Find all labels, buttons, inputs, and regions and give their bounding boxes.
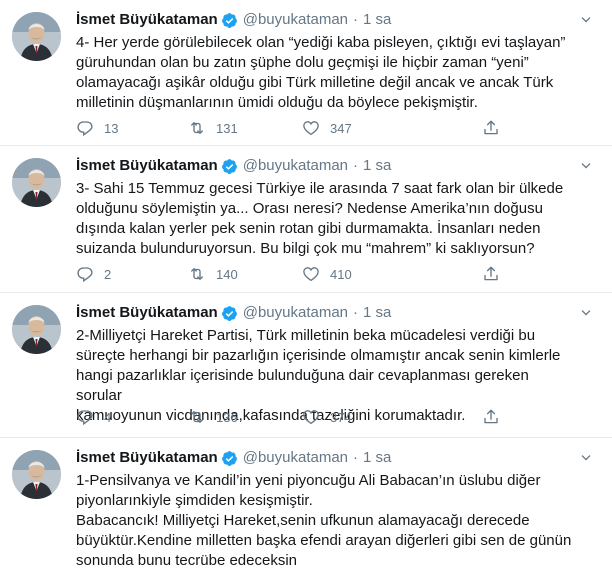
author-name[interactable]: İsmet Büyükataman xyxy=(76,10,218,30)
like-count: 410 xyxy=(330,266,352,282)
tweet[interactable]: İsmet Büyükataman @buyukataman · 1 sa 3-… xyxy=(0,146,612,293)
verified-badge-icon xyxy=(221,158,238,175)
like-icon xyxy=(303,121,319,136)
reply-button[interactable]: 2 xyxy=(76,265,111,283)
retweet-count: 131 xyxy=(216,120,238,136)
tweet-feed: İsmet Büyükataman @buyukataman · 1 sa 4-… xyxy=(0,0,612,577)
avatar[interactable] xyxy=(12,158,61,207)
like-icon xyxy=(303,267,319,282)
caret-down-icon[interactable] xyxy=(578,450,594,466)
retweet-icon xyxy=(191,122,203,134)
tweet-header: İsmet Büyükataman @buyukataman · 1 sa xyxy=(76,303,598,323)
retweet-button[interactable]: 140 xyxy=(188,265,238,283)
reply-button[interactable]: 13 xyxy=(76,119,118,137)
share-button[interactable] xyxy=(482,119,500,137)
verified-badge-icon xyxy=(221,305,238,322)
author-handle[interactable]: @buyukataman xyxy=(243,303,348,323)
tweet-actions: 13 131 347 xyxy=(76,118,598,138)
retweet-icon xyxy=(191,268,203,280)
share-button[interactable] xyxy=(482,408,500,426)
verified-badge-icon xyxy=(221,12,238,29)
caret-down-icon[interactable] xyxy=(578,158,594,174)
tweet-actions: 4 136 374 xyxy=(76,407,598,427)
separator-dot: · xyxy=(353,11,359,28)
share-icon xyxy=(484,409,498,424)
timestamp[interactable]: 1 sa xyxy=(363,10,391,30)
caret-down-icon[interactable] xyxy=(578,305,594,321)
share-button[interactable] xyxy=(482,265,500,283)
reply-count: 4 xyxy=(104,409,112,425)
retweet-count: 136 xyxy=(216,409,238,425)
caret-down-icon[interactable] xyxy=(578,12,594,28)
reply-icon xyxy=(77,267,93,283)
retweet-button[interactable]: 136 xyxy=(188,408,238,426)
retweet-icon xyxy=(191,411,203,423)
like-button[interactable]: 410 xyxy=(302,265,352,283)
reply-icon xyxy=(77,410,93,426)
reply-icon xyxy=(77,121,93,137)
author-name[interactable]: İsmet Büyükataman xyxy=(76,448,218,468)
reply-count: 2 xyxy=(104,266,112,282)
like-count: 374 xyxy=(330,409,352,425)
author-name[interactable]: İsmet Büyükataman xyxy=(76,156,218,176)
tweet-text: 4- Her yerde görülebilecek olan “yediği … xyxy=(76,34,566,111)
retweet-button[interactable]: 131 xyxy=(188,119,238,137)
avatar[interactable] xyxy=(12,450,61,499)
tweet[interactable]: İsmet Büyükataman @buyukataman · 1 sa 1-… xyxy=(0,438,612,577)
tweet-header: İsmet Büyükataman @buyukataman · 1 sa xyxy=(76,10,598,30)
timestamp[interactable]: 1 sa xyxy=(363,303,391,323)
reply-count: 13 xyxy=(104,120,119,136)
tweet-header: İsmet Büyükataman @buyukataman · 1 sa xyxy=(76,448,598,468)
reply-button[interactable]: 4 xyxy=(76,408,111,426)
avatar[interactable] xyxy=(12,305,61,354)
verified-badge-icon xyxy=(221,450,238,467)
separator-dot: · xyxy=(353,449,359,466)
author-handle[interactable]: @buyukataman xyxy=(243,448,348,468)
like-icon xyxy=(303,410,319,425)
timestamp[interactable]: 1 sa xyxy=(363,156,391,176)
author-handle[interactable]: @buyukataman xyxy=(243,10,348,30)
tweet-text: 3- Sahi 15 Temmuz gecesi Türkiye ile ara… xyxy=(76,180,564,257)
like-button[interactable]: 347 xyxy=(302,119,352,137)
share-icon xyxy=(484,120,498,135)
author-handle[interactable]: @buyukataman xyxy=(243,156,348,176)
tweet[interactable]: İsmet Büyükataman @buyukataman · 1 sa 2-… xyxy=(0,293,612,438)
separator-dot: · xyxy=(353,157,359,174)
share-icon xyxy=(484,266,498,281)
author-name[interactable]: İsmet Büyükataman xyxy=(76,303,218,323)
like-count: 347 xyxy=(330,120,352,136)
tweet-text: 1-Pensilvanya ve Kandil’in yeni piyoncuğ… xyxy=(76,472,572,569)
timestamp[interactable]: 1 sa xyxy=(363,448,391,468)
tweet-actions: 2 140 410 xyxy=(76,264,598,284)
avatar[interactable] xyxy=(12,12,61,61)
like-button[interactable]: 374 xyxy=(302,408,352,426)
retweet-count: 140 xyxy=(216,266,238,282)
tweet-header: İsmet Büyükataman @buyukataman · 1 sa xyxy=(76,156,598,176)
separator-dot: · xyxy=(353,304,359,321)
tweet[interactable]: İsmet Büyükataman @buyukataman · 1 sa 4-… xyxy=(0,0,612,146)
